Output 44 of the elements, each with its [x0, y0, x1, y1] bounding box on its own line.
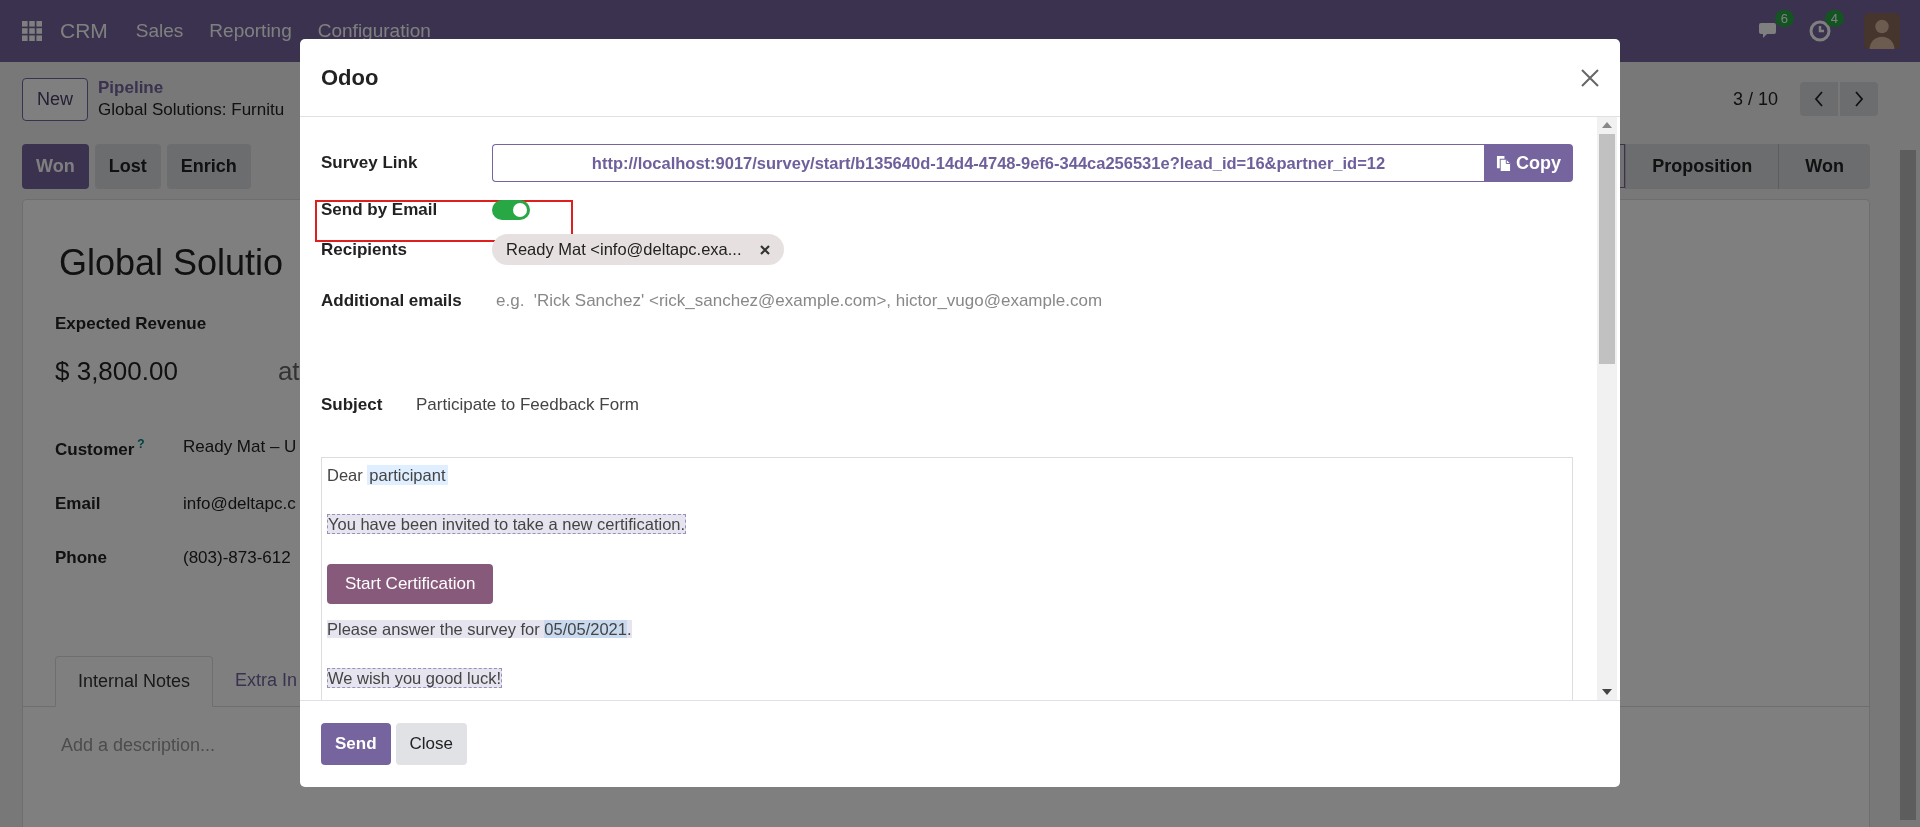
deadline-text: Please answer the survey for 05/05/2021. [327, 620, 632, 638]
field-label: Expected Revenue [55, 314, 207, 334]
field-label: Customer $^{?}$ [55, 437, 146, 460]
revenue-value: $ 3,800.00 [55, 356, 178, 387]
closing-text: We wish you good luck! [327, 668, 503, 688]
breadcrumb-link[interactable]: Pipeline [98, 76, 285, 99]
field-label: Phone [55, 547, 108, 568]
record-title: Global Solutions: Furnitu [98, 99, 285, 121]
field-label: Send by Email [321, 200, 439, 220]
field-value: (803)-873-612 [183, 547, 291, 568]
email-body-editor[interactable]: Dear participant You have been invited to take a new certification. Start Certification Please answer the survey for 05/05/2021. We wish you good luck! [321, 457, 1573, 700]
new-button[interactable]: New [22, 77, 88, 121]
menu-item[interactable]: Configuration [317, 20, 431, 42]
record-name: Global Solutio [59, 242, 284, 284]
field-label: Additional emails [321, 291, 463, 311]
dialog-button[interactable]: Close [395, 723, 468, 765]
copy-button[interactable]: Copy [1484, 144, 1573, 182]
action-button[interactable]: Won [22, 144, 89, 189]
menu-item[interactable]: Reporting [209, 20, 292, 42]
field-value: Ready Mat – U [183, 437, 297, 458]
app-name[interactable]: CRM [60, 19, 108, 43]
action-button[interactable]: Enrich [166, 144, 251, 189]
pager-counter: 3 / 10 [1732, 88, 1778, 110]
field-label: Email [55, 493, 102, 514]
menu-item[interactable]: Sales [135, 20, 184, 42]
field-label: Survey Link [321, 153, 419, 173]
invitation-text: You have been invited to take a new certification. [327, 514, 687, 534]
notebook-tab[interactable]: Extra In [213, 655, 320, 706]
start-certification-button[interactable]: Start Certification [327, 564, 494, 604]
dialog-button[interactable]: Send [321, 723, 391, 765]
probability-label: at [277, 356, 300, 387]
recipient-tag[interactable]: Ready Mat <info@deltapc.exa... [492, 234, 784, 265]
field-label: Subject [321, 395, 384, 415]
field-label: Recipients [321, 239, 408, 260]
activity-count-badge: 4 [1824, 10, 1844, 27]
greeting-text: Dear participant [327, 466, 449, 485]
notebook-tab[interactable]: Internal Notes [55, 655, 214, 707]
field-value: info@deltapc.c [183, 493, 296, 514]
survey-link-field[interactable]: http://localhost:9017/survey/start/b135640d-14d4-4748-9ef6-344ca256531e?lead_id=16&partner_id=12 [492, 144, 1484, 182]
dialog-title: Odoo [321, 64, 379, 91]
action-button[interactable]: Lost [94, 144, 161, 189]
stage-step[interactable]: Won [1778, 144, 1870, 189]
message-count-badge: 6 [1774, 10, 1794, 27]
stage-step[interactable]: Proposition [1625, 144, 1779, 189]
